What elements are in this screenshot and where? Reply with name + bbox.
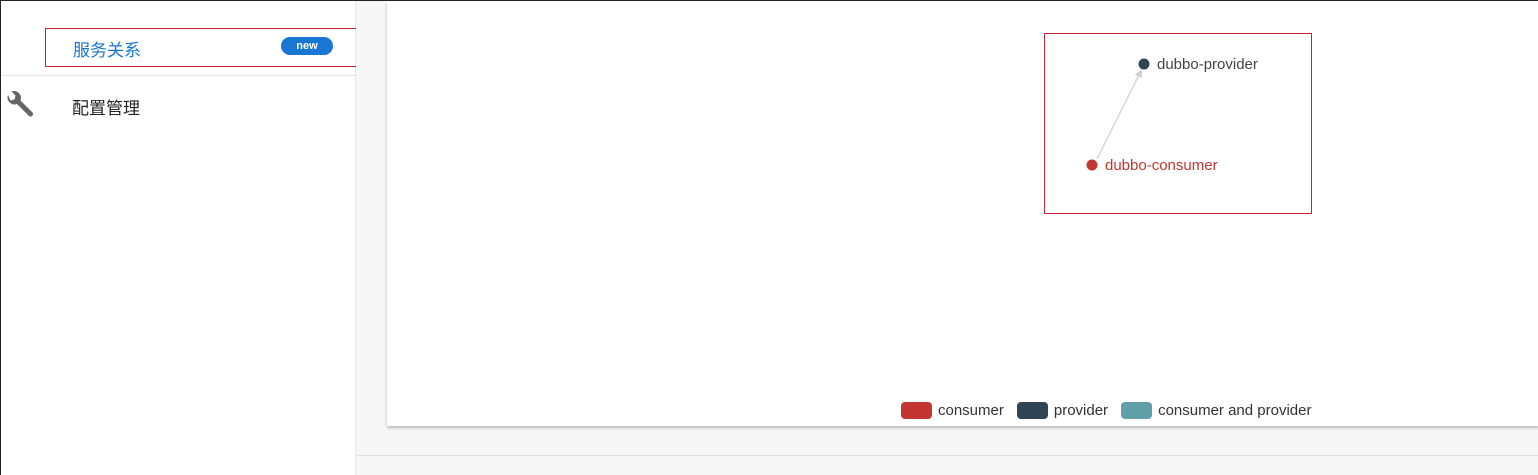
sidebar-divider [2, 75, 356, 76]
legend-swatch [1121, 401, 1153, 419]
sidebar-item-service-relations[interactable]: 服务关系 new [45, 28, 366, 67]
graph-card [387, 1, 1538, 426]
graph-legend: consumer provider consumer and provider [901, 400, 1324, 420]
legend-label: consumer [938, 401, 1004, 419]
new-badge: new [281, 37, 333, 55]
service-relation-graph[interactable]: dubbo-provider dubbo-consumer [1044, 33, 1312, 214]
graph-node-provider-label: dubbo-provider [1157, 56, 1258, 73]
legend-label: consumer and provider [1158, 401, 1312, 419]
legend-item-provider[interactable]: provider [1016, 401, 1109, 419]
legend-item-consumer-and-provider[interactable]: consumer and provider [1121, 401, 1312, 419]
legend-label: provider [1053, 401, 1109, 419]
graph-link [1096, 69, 1142, 160]
legend-swatch [901, 401, 932, 419]
legend-swatch [1016, 401, 1048, 419]
legend-item-consumer[interactable]: consumer [901, 401, 1004, 419]
wrench-icon [4, 91, 34, 121]
sidebar-item-label: 服务关系 [73, 41, 141, 61]
main-divider [356, 455, 1538, 456]
app-frame: 服务关系 new 配置管理 dubbo-provider dubbo-consu… [0, 0, 1538, 475]
sidebar-item-label: 配置管理 [72, 99, 140, 119]
graph-node-provider[interactable] [1138, 58, 1150, 70]
graph-node-consumer[interactable] [1086, 159, 1098, 171]
sidebar-item-config-management[interactable]: 配置管理 [2, 85, 356, 125]
graph-node-consumer-label: dubbo-consumer [1105, 157, 1218, 174]
sidebar: 服务关系 new 配置管理 [2, 1, 366, 475]
